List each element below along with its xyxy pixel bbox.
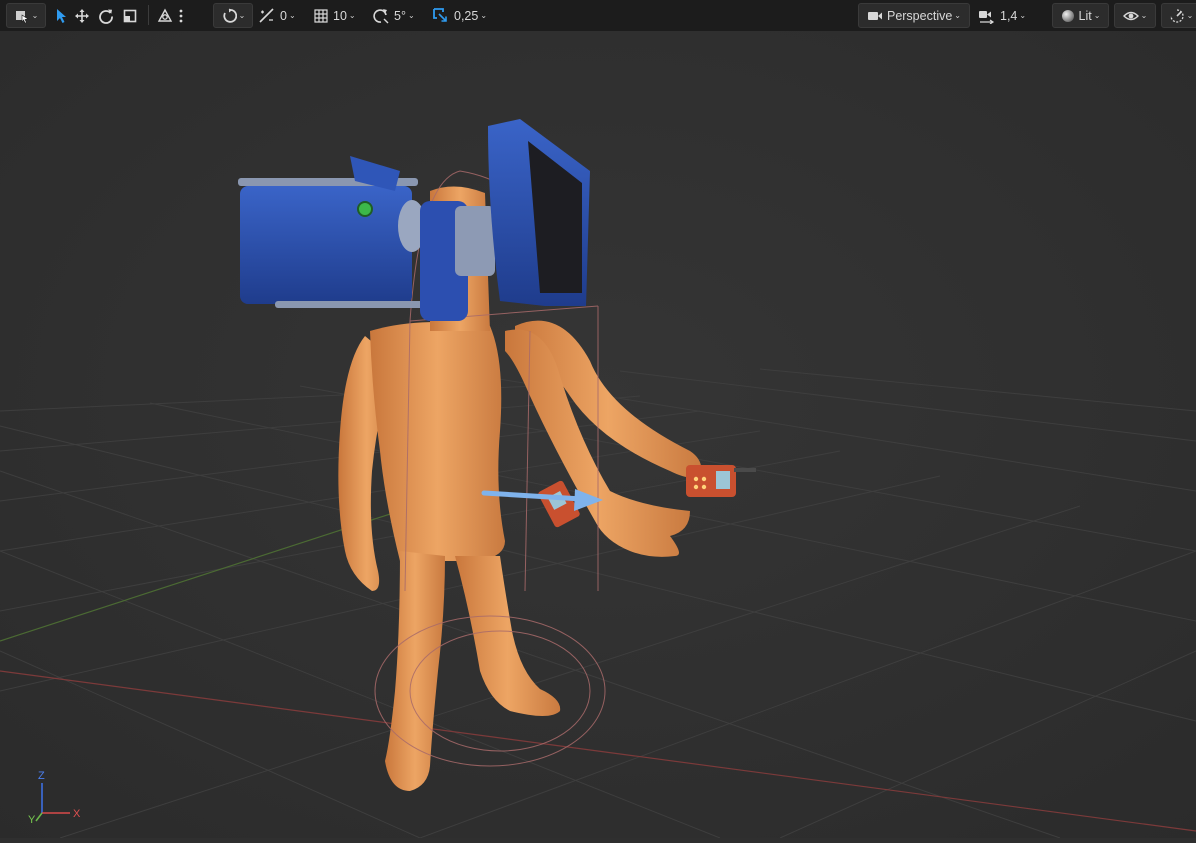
select-mode-icon xyxy=(15,10,29,23)
chevron-down-icon: ⌄ xyxy=(288,11,296,20)
scale-snap-dropdown[interactable]: 0,25 ⌄ xyxy=(432,4,487,27)
camera-speed-dropdown[interactable]: 1,4 ⌄ xyxy=(978,4,1026,27)
chevron-down-icon: ⌄ xyxy=(238,11,246,20)
select-tool-button[interactable] xyxy=(52,4,70,27)
select-arrow-icon xyxy=(57,8,66,23)
snap-translate-value: 0 xyxy=(280,8,287,23)
transform-options-button[interactable] xyxy=(155,4,175,27)
rotation-snap-dropdown[interactable]: 5° ⌄ xyxy=(372,4,415,27)
move-tool-button[interactable] xyxy=(70,4,94,27)
selection-mode-group: ⌄ xyxy=(6,0,46,31)
perspective-dropdown[interactable]: Perspective ⌄ xyxy=(858,3,970,28)
camera-speed-value: 1,4 xyxy=(1000,8,1018,23)
snap-translate-dropdown[interactable]: 0 ⌄ xyxy=(258,4,296,27)
viewport-toolbar: ⌄ ⌄ 0 ⌄ 10 ⌄ 5° ⌄ 0,25 ⌄ Perspective ⌄ 1… xyxy=(0,0,1196,31)
snap-surface-icon xyxy=(259,7,274,23)
transform-options-icon xyxy=(157,8,173,22)
toolbar-divider xyxy=(148,5,149,25)
chevron-down-icon: ⌄ xyxy=(1019,11,1027,20)
viewport-mode-group: Perspective ⌄ xyxy=(858,0,970,31)
move-icon xyxy=(75,8,89,23)
rotation-snap-icon xyxy=(373,8,389,23)
grid-snap-dropdown[interactable]: 10 ⌄ xyxy=(313,4,356,27)
show-flags-dropdown[interactable]: ⌄ xyxy=(1114,3,1156,28)
camera-led xyxy=(357,201,373,217)
viewport-scene: Z X Y xyxy=(0,31,1196,839)
view-mode-group: Lit ⌄ xyxy=(1052,0,1109,31)
snap-translate-group: 0 ⌄ xyxy=(258,0,296,31)
grid-snap-group: 10 ⌄ xyxy=(313,0,356,31)
show-flags-group: ⌄ xyxy=(1114,0,1156,31)
camera-body xyxy=(240,186,412,304)
gizmo-z-label: Z xyxy=(38,770,45,782)
viewport-settings-icon xyxy=(1169,8,1184,23)
chevron-down-icon: ⌄ xyxy=(31,11,39,20)
camera-icon xyxy=(867,11,882,20)
lit-dropdown[interactable]: Lit ⌄ xyxy=(1052,3,1109,28)
world-local-icon xyxy=(223,8,237,23)
transform-tools-group xyxy=(52,0,142,31)
gizmo-y-label: Y xyxy=(28,814,36,826)
camera-speed-icon xyxy=(979,10,995,24)
more-options-icon xyxy=(179,9,183,22)
scale-snap-value: 0,25 xyxy=(454,8,479,23)
chevron-down-icon: ⌄ xyxy=(1186,11,1194,20)
scale-tool-button[interactable] xyxy=(118,4,142,27)
chevron-down-icon: ⌄ xyxy=(348,11,356,20)
rotate-icon xyxy=(99,9,113,24)
world-local-dropdown[interactable]: ⌄ xyxy=(213,3,253,28)
viewport-settings-group: ⌄ xyxy=(1161,0,1196,31)
grid-snap-icon xyxy=(314,8,328,23)
more-options-button[interactable] xyxy=(175,4,187,27)
lit-sphere-icon xyxy=(1061,9,1074,22)
transform-options-group xyxy=(155,0,187,31)
camera-lens xyxy=(455,206,495,276)
coordinate-system-group: ⌄ xyxy=(213,0,253,31)
scale-snap-group: 0,25 ⌄ xyxy=(432,0,487,31)
chevron-down-icon: ⌄ xyxy=(954,11,961,20)
rotation-snap-value: 5° xyxy=(394,8,406,23)
rotation-snap-group: 5° ⌄ xyxy=(372,0,415,31)
perspective-label: Perspective xyxy=(886,8,953,23)
viewport-settings-dropdown[interactable]: ⌄ xyxy=(1161,3,1196,28)
chevron-down-icon: ⌄ xyxy=(1093,11,1101,20)
camera-speed-group: 1,4 ⌄ xyxy=(978,0,1026,31)
chevron-down-icon: ⌄ xyxy=(407,11,415,20)
rotate-tool-button[interactable] xyxy=(94,4,118,27)
chevron-down-icon: ⌄ xyxy=(480,11,488,20)
grid-snap-value: 10 xyxy=(333,8,347,23)
gizmo-x-label: X xyxy=(73,808,81,820)
scale-snap-icon xyxy=(433,7,447,22)
lit-label: Lit xyxy=(1078,8,1092,23)
scale-icon xyxy=(123,9,137,22)
3d-viewport[interactable]: Z X Y xyxy=(0,31,1196,839)
select-mode-dropdown[interactable]: ⌄ xyxy=(6,3,46,28)
eye-icon xyxy=(1122,11,1139,20)
chevron-down-icon: ⌄ xyxy=(1140,11,1148,20)
